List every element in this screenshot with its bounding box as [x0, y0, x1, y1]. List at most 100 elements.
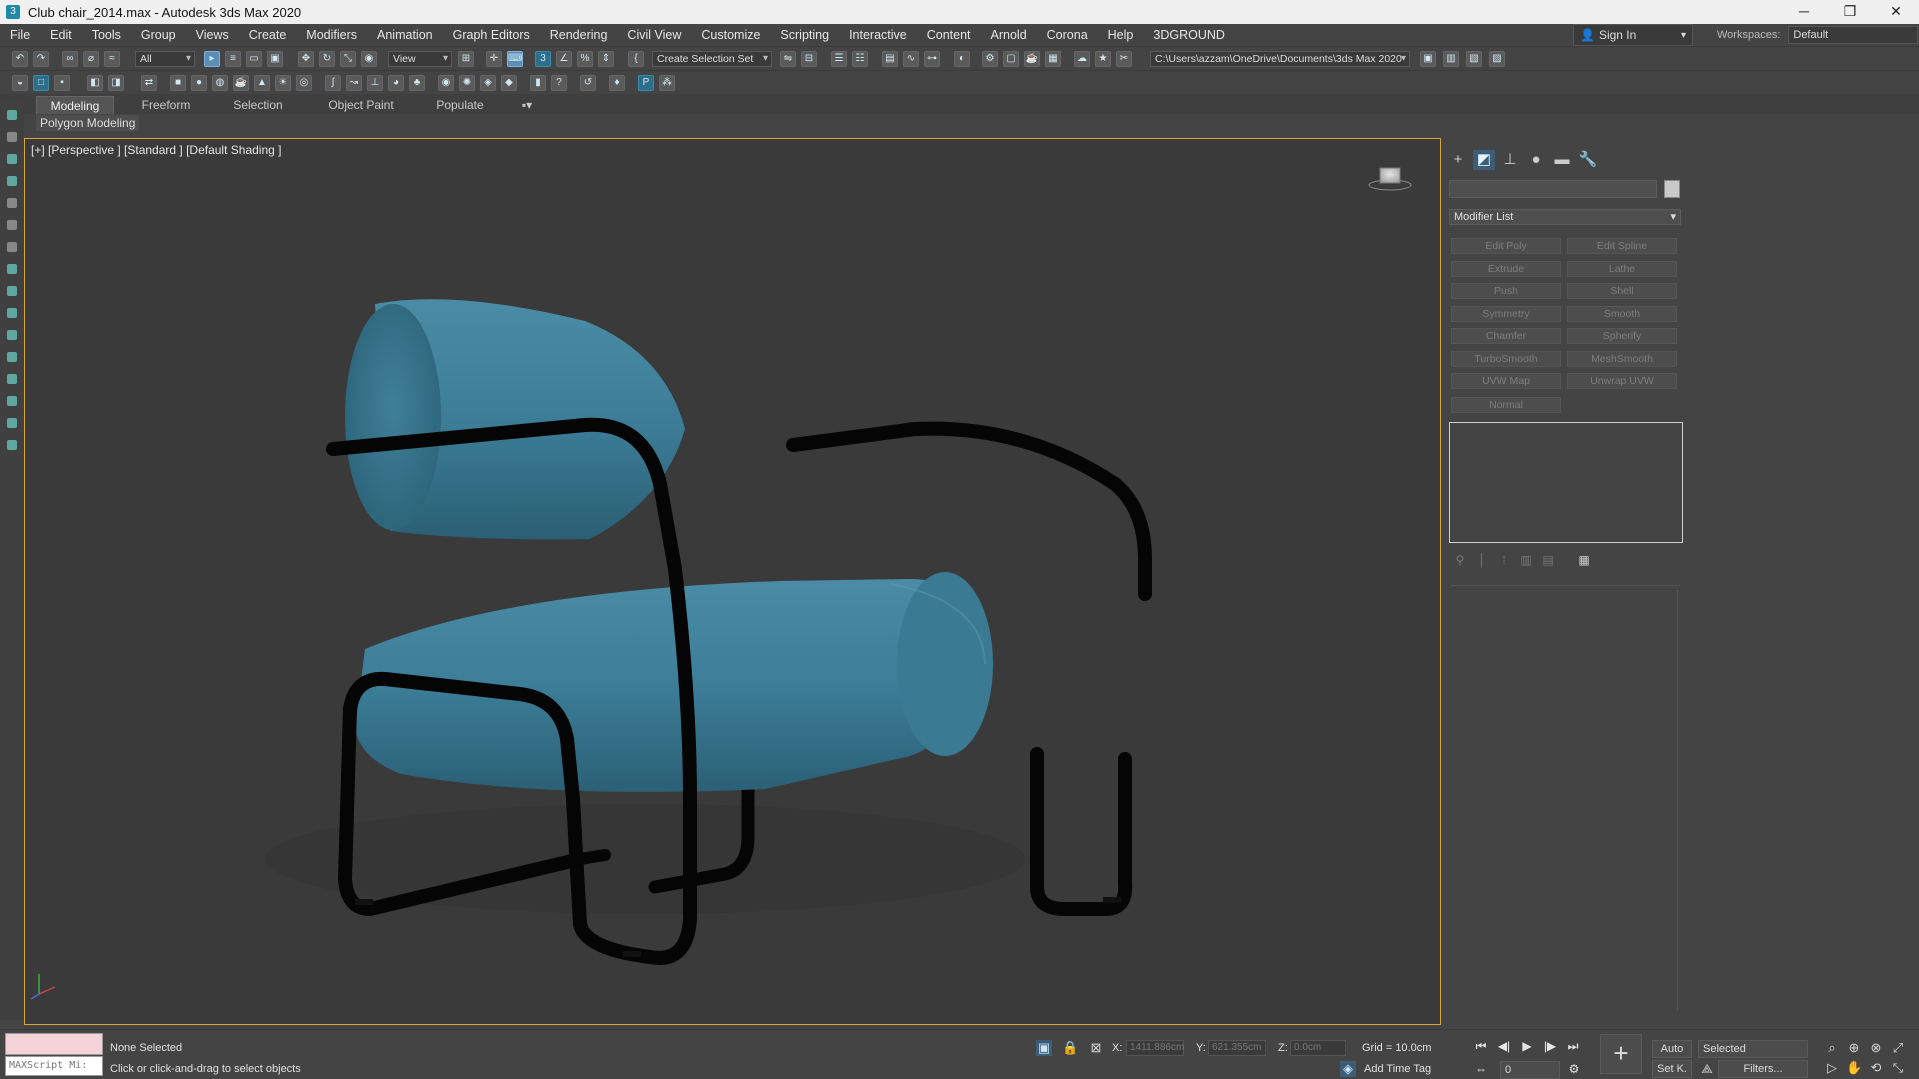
tab-freeform[interactable]: Freeform: [126, 96, 206, 114]
previous-frame-icon[interactable]: ◀|: [1496, 1038, 1512, 1054]
lamp-icon[interactable]: ♦: [609, 75, 625, 91]
pan-icon[interactable]: ✋: [1846, 1060, 1862, 1076]
rotate-icon[interactable]: ↻: [319, 51, 335, 67]
hierarchy-tab-icon[interactable]: ⊥: [1499, 150, 1521, 170]
strip-utility-icon[interactable]: [7, 220, 17, 230]
symmetry-button[interactable]: Symmetry: [1451, 306, 1561, 322]
light-icon[interactable]: ☀: [275, 75, 291, 91]
curve-editor-icon[interactable]: ∿: [903, 51, 919, 67]
modifier-list-dropdown[interactable]: Modifier List: [1449, 209, 1681, 225]
named-selection-select[interactable]: Create Selection Set: [652, 51, 772, 67]
x-coordinate-field[interactable]: 1411.886cm: [1126, 1040, 1184, 1056]
strip-more-icon[interactable]: [7, 440, 17, 450]
turbosmooth-button[interactable]: TurboSmooth: [1451, 351, 1561, 367]
strip-create-icon[interactable]: [7, 110, 17, 120]
push-button[interactable]: Push: [1451, 283, 1561, 299]
placement-icon[interactable]: ◉: [361, 51, 377, 67]
z-coordinate-field[interactable]: 0.0cm: [1290, 1040, 1346, 1056]
mirror-icon[interactable]: ⇋: [780, 51, 796, 67]
particles-icon[interactable]: ✺: [459, 75, 475, 91]
spline-icon[interactable]: ∫: [325, 75, 341, 91]
edit-named-selection-icon[interactable]: {: [628, 51, 644, 67]
percent-snap-icon[interactable]: %: [577, 51, 593, 67]
viewport-label[interactable]: [+] [Perspective ] [Standard ] [Default …: [31, 143, 281, 157]
zoom-icon[interactable]: ⌕: [1824, 1040, 1840, 1056]
library-icon[interactable]: ▮: [530, 75, 546, 91]
selection-filter-select[interactable]: All: [135, 51, 195, 67]
menu-animation[interactable]: Animation: [367, 24, 443, 46]
render-setup-icon[interactable]: ⚙: [982, 51, 998, 67]
undo-icon[interactable]: ↶: [12, 51, 28, 67]
zoom-extents-icon[interactable]: ⊗: [1868, 1040, 1884, 1056]
shell-button[interactable]: Shell: [1567, 283, 1677, 299]
open-project-icon[interactable]: ▥: [1443, 51, 1459, 67]
next-frame-icon[interactable]: |▶: [1542, 1038, 1558, 1054]
normal-button[interactable]: Normal: [1451, 397, 1561, 413]
redo-icon[interactable]: ↷: [33, 51, 49, 67]
meshsmooth-button[interactable]: MeshSmooth: [1567, 351, 1677, 367]
link-icon[interactable]: ∞: [62, 51, 78, 67]
project-options-icon[interactable]: ▨: [1489, 51, 1505, 67]
menu-file[interactable]: File: [0, 24, 40, 46]
modifier-stack[interactable]: [1449, 422, 1683, 543]
save-file-icon[interactable]: ▪: [54, 75, 70, 91]
pin-stack-icon[interactable]: ⚲: [1453, 553, 1467, 567]
close-button[interactable]: ✕: [1873, 0, 1919, 24]
angle-snap-icon[interactable]: ∠: [556, 51, 572, 67]
key-filters-icon[interactable]: ⟁: [1699, 1061, 1715, 1077]
create-project-icon[interactable]: ▧: [1466, 51, 1482, 67]
modify-tab-icon[interactable]: ◩: [1473, 150, 1495, 170]
orbit-icon[interactable]: ⟲: [1868, 1060, 1884, 1076]
maxscript-listener-output[interactable]: [5, 1033, 103, 1055]
selection-lock-icon[interactable]: 🔒: [1062, 1040, 1078, 1056]
viewcube-icon[interactable]: [1368, 165, 1412, 191]
menu-arnold[interactable]: Arnold: [981, 24, 1037, 46]
sphere-icon[interactable]: ●: [191, 75, 207, 91]
make-unique-icon[interactable]: ⁞: [1497, 553, 1511, 567]
menu-create[interactable]: Create: [239, 24, 297, 46]
pivot-center-icon[interactable]: ⊞: [458, 51, 474, 67]
uvw-map-button[interactable]: UVW Map: [1451, 373, 1561, 389]
y-coordinate-field[interactable]: 621.355cm: [1208, 1040, 1266, 1056]
ribbon-options-icon[interactable]: ▪▾: [512, 96, 542, 114]
perspective-viewport[interactable]: [+] [Perspective ] [Standard ] [Default …: [24, 138, 1441, 1025]
strip-snap-icon[interactable]: [7, 286, 17, 296]
ribbon-toggle-icon[interactable]: ▤: [882, 51, 898, 67]
scissors-icon[interactable]: ✂: [1116, 51, 1132, 67]
sun-icon[interactable]: ◎: [296, 75, 312, 91]
schematic-view-icon[interactable]: ⊶: [924, 51, 940, 67]
unlink-icon[interactable]: ⌀: [83, 51, 99, 67]
strip-warp-icon[interactable]: [7, 374, 17, 384]
filters-button[interactable]: Filters...: [1718, 1060, 1808, 1078]
help-icon[interactable]: ?: [551, 75, 567, 91]
edit-spline-button[interactable]: Edit Spline: [1567, 238, 1677, 254]
menu-help[interactable]: Help: [1098, 24, 1144, 46]
field-of-view-icon[interactable]: ▷: [1824, 1060, 1840, 1076]
menu-scripting[interactable]: Scripting: [770, 24, 839, 46]
cylinder-icon[interactable]: ◍: [212, 75, 228, 91]
plugin-tool-icon[interactable]: ★: [1095, 51, 1111, 67]
cone-icon[interactable]: ▲: [254, 75, 270, 91]
strip-iso-icon[interactable]: [7, 264, 17, 274]
utilities-tab-icon[interactable]: 🔧: [1577, 150, 1599, 170]
add-time-tag-icon[interactable]: ◈: [1340, 1061, 1356, 1077]
object-name-field[interactable]: [1449, 180, 1657, 198]
bind-space-warp-icon[interactable]: ≈: [104, 51, 120, 67]
set-key-big-icon[interactable]: +: [1600, 1034, 1642, 1074]
tab-modeling[interactable]: Modeling: [36, 96, 114, 114]
layer-add-icon[interactable]: ◨: [108, 75, 124, 91]
minimize-button[interactable]: ─: [1781, 0, 1827, 24]
align-icon[interactable]: ⊟: [801, 51, 817, 67]
grid-icon[interactable]: ⁂: [659, 75, 675, 91]
chamfer-button[interactable]: Chamfer: [1451, 328, 1561, 344]
configure-modifier-sets-icon[interactable]: ▦: [1577, 553, 1591, 567]
zoom-all-icon[interactable]: ⊕: [1846, 1040, 1862, 1056]
strip-layer-icon[interactable]: [7, 242, 17, 252]
open-file-icon[interactable]: ◒: [12, 75, 28, 91]
select-manipulate-icon[interactable]: ✛: [486, 51, 502, 67]
select-object-icon[interactable]: ▸: [204, 51, 220, 67]
create-tab-icon[interactable]: +: [1447, 150, 1469, 170]
menu-content[interactable]: Content: [917, 24, 981, 46]
unwrap-uvw-button[interactable]: Unwrap UVW: [1567, 373, 1677, 389]
render-icon[interactable]: ◈: [480, 75, 496, 91]
